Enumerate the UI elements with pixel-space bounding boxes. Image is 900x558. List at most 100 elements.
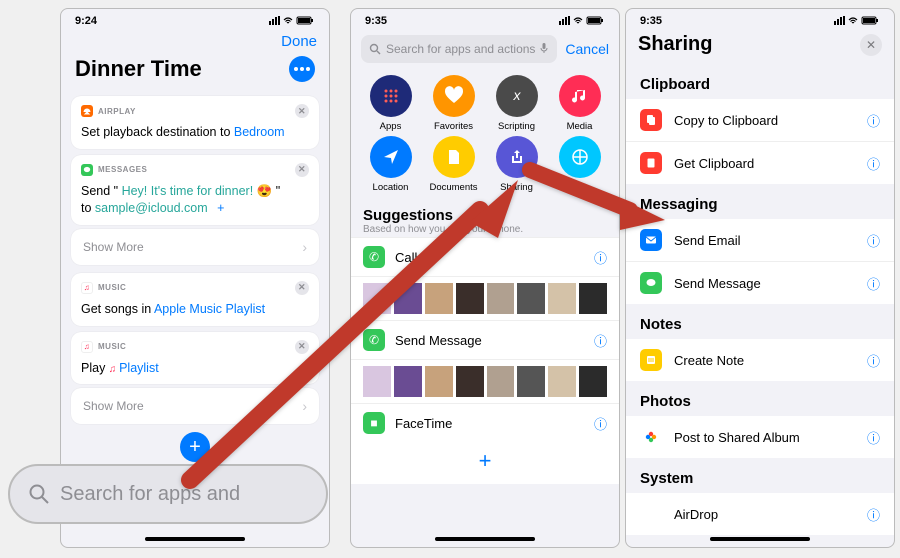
category-label: Scripting (498, 121, 535, 132)
section-header-photos: Photos (626, 381, 894, 416)
music-icon: ♫ (81, 282, 93, 294)
search-icon (28, 483, 50, 505)
info-button[interactable]: ⓘ (594, 414, 607, 433)
section-header-system: System (626, 458, 894, 493)
card-header: MESSAGES ✕ (81, 163, 309, 177)
info-button[interactable]: ⓘ (867, 154, 880, 173)
status-bar: 9:35 (351, 9, 619, 29)
action-create-note[interactable]: Create Note ⓘ (626, 339, 894, 381)
action-sections: Clipboard Copy to Clipboard ⓘ Get Clipboard… (626, 64, 894, 535)
airplay-icon (81, 105, 93, 117)
music-note-icon: ♫ (109, 364, 119, 375)
info-button[interactable]: ⓘ (867, 351, 880, 370)
action-label: Get Clipboard (674, 156, 754, 171)
show-more-label: Show More (83, 399, 144, 413)
action-text: Play (81, 361, 109, 375)
action-label: AirDrop (674, 507, 718, 522)
close-button[interactable]: ✕ (860, 34, 882, 56)
home-indicator (710, 537, 810, 541)
sheet-title: Sharing (638, 33, 712, 56)
section-items: Create Note ⓘ (626, 339, 894, 381)
action-label: Copy to Clipboard (674, 113, 778, 128)
action-icon (640, 272, 662, 294)
info-button[interactable]: ⓘ (594, 248, 607, 267)
info-button[interactable]: ⓘ (867, 231, 880, 250)
home-indicator (435, 537, 535, 541)
action-icon (640, 426, 662, 448)
category-label: Favorites (434, 121, 473, 132)
search-placeholder: Search for apps and actions (386, 42, 535, 56)
nav-bar: Done (61, 29, 329, 50)
section-header-clipboard: Clipboard (626, 64, 894, 99)
action-icon (640, 109, 662, 131)
action-label: Send Email (674, 233, 740, 248)
messages-icon (81, 164, 93, 176)
info-button[interactable]: ⓘ (867, 111, 880, 130)
card-app-label: AIRPLAY (98, 107, 136, 116)
sheet-header: Sharing ✕ (626, 29, 894, 64)
cancel-button[interactable]: Cancel (565, 41, 609, 57)
action-send-message[interactable]: Send Message ⓘ (626, 261, 894, 304)
action-text: Send " (81, 184, 122, 198)
status-time: 9:24 (75, 15, 97, 27)
phone-sharing-list: 9:35 Sharing ✕ ClipboardCopy to Clipboar… (625, 8, 895, 548)
scripting-icon: x (496, 75, 538, 117)
card-app-label: MUSIC (98, 342, 126, 351)
search-nav: Search for apps and actions Cancel (351, 29, 619, 71)
category-label: Apps (380, 121, 402, 132)
status-bar: 9:35 (626, 9, 894, 29)
action-airdrop[interactable]: AirDrop ⓘ (626, 493, 894, 535)
airplay-destination[interactable]: Bedroom (234, 125, 285, 139)
favorites-icon (433, 75, 475, 117)
action-text: Set playback destination to (81, 125, 234, 139)
documents-icon (433, 136, 475, 178)
more-button[interactable] (289, 56, 315, 82)
card-header: AIRPLAY ✕ (81, 104, 309, 118)
card-body: Set playback destination to Bedroom (81, 124, 309, 141)
info-button[interactable]: ⓘ (867, 428, 880, 447)
action-text: Get songs in (81, 302, 154, 316)
status-bar: 9:24 (61, 9, 329, 29)
arrow-annotation-2 (520, 160, 670, 235)
action-label: Post to Shared Album (674, 430, 800, 445)
card-app-label: MESSAGES (98, 165, 147, 174)
action-post-to-shared-album[interactable]: Post to Shared Album ⓘ (626, 416, 894, 458)
category-favorites[interactable]: Favorites (422, 75, 485, 132)
card-app-label: MUSIC (98, 283, 126, 292)
action-copy-to-clipboard[interactable]: Copy to Clipboard ⓘ (626, 99, 894, 141)
action-label: Send Message (674, 276, 761, 291)
search-icon (369, 43, 381, 55)
mic-icon[interactable] (539, 42, 549, 57)
remove-action-button[interactable]: ✕ (295, 104, 309, 118)
category-scripting[interactable]: x Scripting (485, 75, 548, 132)
action-icon (640, 503, 662, 525)
action-text: to (81, 201, 95, 215)
category-apps[interactable]: Apps (359, 75, 422, 132)
status-icons (834, 15, 880, 27)
shortcut-title: Dinner Time (75, 56, 202, 82)
search-input[interactable]: Search for apps and actions (361, 35, 557, 63)
title-row: Dinner Time (61, 50, 329, 90)
info-button[interactable]: ⓘ (867, 274, 880, 293)
action-airplay[interactable]: AIRPLAY ✕ Set playback destination to Be… (71, 96, 319, 149)
category-media[interactable]: Media (548, 75, 611, 132)
svg-text:x: x (512, 87, 521, 103)
status-time: 9:35 (640, 15, 662, 27)
status-icons (269, 15, 315, 27)
info-button[interactable]: ⓘ (867, 505, 880, 524)
category-label: Media (567, 121, 593, 132)
section-items: Post to Shared Album ⓘ (626, 416, 894, 458)
section-items: AirDrop ⓘ (626, 493, 894, 535)
show-more-label: Show More (83, 240, 144, 254)
apps-icon (370, 75, 412, 117)
media-icon (559, 75, 601, 117)
status-icons (559, 15, 605, 27)
done-button[interactable]: Done (281, 33, 317, 50)
music-icon: ♫ (81, 341, 93, 353)
home-indicator (145, 537, 245, 541)
arrow-annotation-1 (150, 180, 530, 515)
info-button[interactable]: ⓘ (594, 331, 607, 350)
remove-action-button[interactable]: ✕ (295, 163, 309, 177)
section-header-notes: Notes (626, 304, 894, 339)
action-label: Create Note (674, 353, 744, 368)
